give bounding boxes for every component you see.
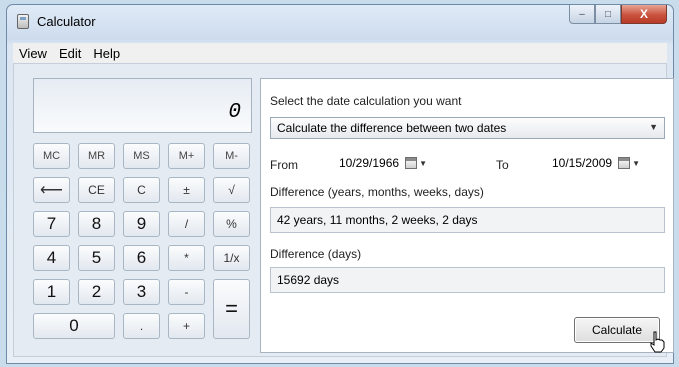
caption-buttons: – □ X	[569, 5, 667, 25]
days-result-value: 15692 days	[277, 273, 340, 287]
digit-9-button[interactable]: 9	[123, 211, 160, 237]
calculator-window: Calculator – □ X View Edit Help 0 MC MR …	[6, 4, 674, 364]
m-minus-button[interactable]: M-	[213, 143, 250, 169]
menu-edit[interactable]: Edit	[53, 46, 87, 61]
plus-minus-button[interactable]: ±	[168, 177, 205, 203]
reciprocal-button[interactable]: 1/x	[213, 245, 250, 271]
difference-result-field[interactable]: 42 years, 11 months, 2 weeks, 2 days	[270, 207, 665, 233]
calculator-app-icon	[17, 14, 29, 29]
mc-button[interactable]: MC	[33, 143, 70, 169]
close-button[interactable]: X	[621, 5, 667, 24]
chevron-down-icon: ▼	[649, 122, 658, 132]
date-calc-prompt: Select the date calculation you want	[270, 94, 462, 108]
days-difference-label: Difference (days)	[270, 247, 362, 261]
from-label: From	[270, 158, 298, 172]
difference-label: Difference (years, months, weeks, days)	[270, 185, 484, 199]
mr-button[interactable]: MR	[78, 143, 115, 169]
display-value: 0	[228, 101, 241, 124]
date-calculation-panel: Select the date calculation you want Cal…	[260, 78, 674, 353]
close-icon: X	[639, 7, 648, 21]
digit-3-button[interactable]: 3	[123, 279, 160, 305]
to-date-value: 10/15/2009	[552, 156, 613, 170]
divide-button[interactable]: /	[168, 211, 205, 237]
from-date-value: 10/29/1966	[339, 156, 400, 170]
digit-0-button[interactable]: 0	[33, 313, 115, 339]
maximize-icon: □	[604, 8, 612, 20]
calculator-body: 0 MC MR MS M+ M- ⟵ CE C ± √ 7 8 9 / % 4 …	[13, 63, 674, 357]
digit-6-button[interactable]: 6	[123, 245, 160, 271]
calendar-icon	[405, 157, 418, 169]
to-label: To	[496, 158, 509, 172]
minimize-icon: –	[579, 8, 585, 20]
title-bar[interactable]: Calculator – □ X	[7, 5, 673, 37]
backspace-button[interactable]: ⟵	[33, 177, 70, 203]
difference-result-value: 42 years, 11 months, 2 weeks, 2 days	[277, 213, 478, 227]
digit-2-button[interactable]: 2	[78, 279, 115, 305]
equals-button[interactable]: =	[213, 279, 250, 339]
chevron-down-icon: ▼	[419, 158, 427, 168]
plus-button[interactable]: +	[168, 313, 205, 339]
chevron-down-icon: ▼	[632, 158, 640, 168]
window-title: Calculator	[37, 14, 96, 29]
menu-view[interactable]: View	[13, 46, 53, 61]
maximize-button[interactable]: □	[595, 5, 621, 24]
minimize-button[interactable]: –	[569, 5, 595, 24]
menu-bar: View Edit Help	[13, 43, 667, 63]
ms-button[interactable]: MS	[123, 143, 160, 169]
minus-button[interactable]: -	[168, 279, 205, 305]
digit-7-button[interactable]: 7	[33, 211, 70, 237]
from-date-picker[interactable]: 10/29/1966 ▼	[339, 156, 427, 170]
percent-button[interactable]: %	[213, 211, 250, 237]
digit-1-button[interactable]: 1	[33, 279, 70, 305]
hand-cursor-icon	[650, 331, 665, 353]
digit-8-button[interactable]: 8	[78, 211, 115, 237]
ce-button[interactable]: CE	[78, 177, 115, 203]
calculator-display: 0	[33, 78, 252, 133]
calendar-icon	[618, 157, 631, 169]
digit-4-button[interactable]: 4	[33, 245, 70, 271]
date-calc-mode-select[interactable]: Calculate the difference between two dat…	[270, 117, 665, 139]
clear-button[interactable]: C	[123, 177, 160, 203]
digit-5-button[interactable]: 5	[78, 245, 115, 271]
to-date-picker[interactable]: 10/15/2009 ▼	[552, 156, 640, 170]
square-root-button[interactable]: √	[213, 177, 250, 203]
m-plus-button[interactable]: M+	[168, 143, 205, 169]
date-calc-mode-value: Calculate the difference between two dat…	[277, 121, 507, 135]
days-result-field[interactable]: 15692 days	[270, 267, 665, 293]
menu-help[interactable]: Help	[87, 46, 126, 61]
multiply-button[interactable]: *	[168, 245, 205, 271]
decimal-button[interactable]: .	[123, 313, 160, 339]
